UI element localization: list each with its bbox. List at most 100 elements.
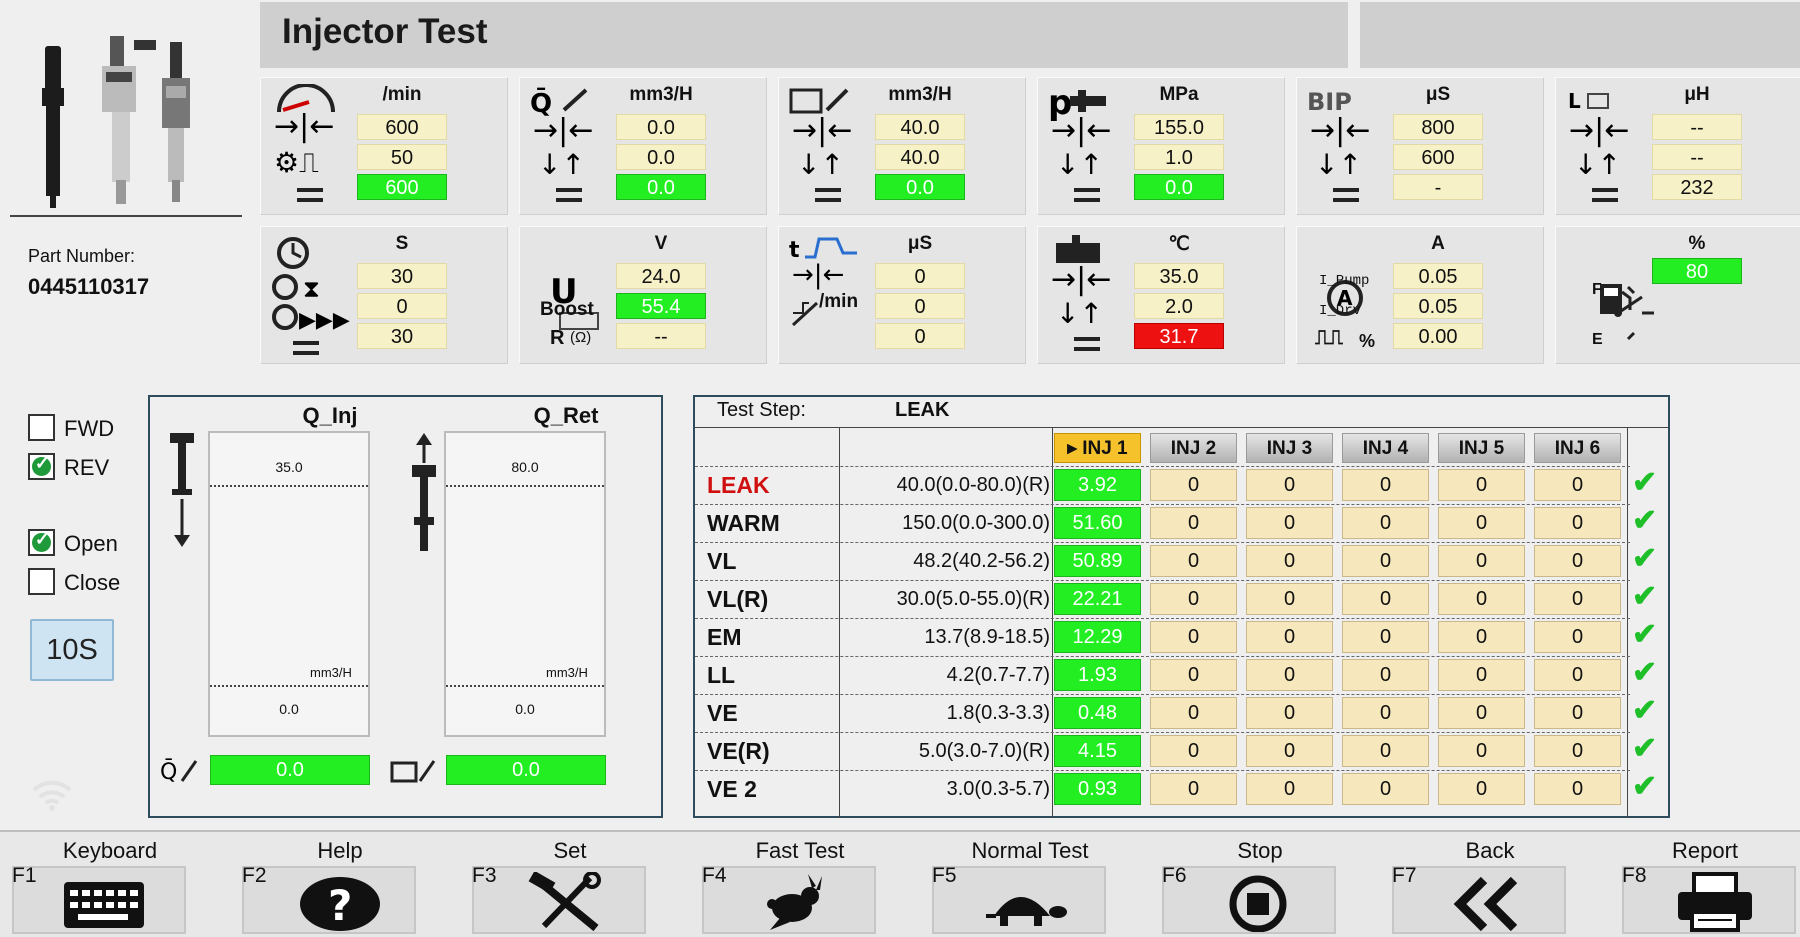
temperature-set[interactable]: 35.0	[1134, 263, 1224, 289]
f7-back-button[interactable]: Back F7	[1380, 832, 1610, 937]
inductance-set[interactable]: --	[1652, 114, 1742, 140]
q-ret-min-line	[446, 685, 604, 687]
inj4-result: 0	[1342, 735, 1429, 767]
inj5-result: 0	[1438, 659, 1525, 691]
inj6-result: 0	[1534, 583, 1621, 615]
test-step-name[interactable]: VE(R)	[707, 738, 770, 765]
tab-inj2[interactable]: INJ 2	[1150, 433, 1237, 463]
f1-label: Keyboard	[62, 838, 158, 863]
pressure-tolerance[interactable]: 1.0	[1134, 144, 1224, 170]
title-bar: Injector Test	[260, 2, 1348, 68]
f8-label: Report	[1671, 838, 1739, 863]
inj3-result: 0	[1246, 583, 1333, 615]
timer-10s-button[interactable]: 10S	[30, 619, 114, 681]
inj3-result: 0	[1246, 469, 1333, 501]
standard-range: 3.0(0.3-5.7)	[946, 778, 1050, 800]
test-step-name[interactable]: EM	[707, 624, 742, 651]
inj3-result: 0	[1246, 773, 1333, 805]
keyboard-icon	[64, 882, 144, 928]
return-quantity-tolerance[interactable]: 40.0	[875, 144, 965, 170]
f2-help-button[interactable]: Help F2 ?	[230, 832, 460, 937]
q-inj-title: Q_Inj	[302, 403, 358, 428]
inj4-result: 0	[1342, 621, 1429, 653]
wifi-icon	[32, 780, 72, 811]
tab-inj3[interactable]: INJ 3	[1246, 433, 1333, 463]
supply-voltage-value[interactable]: 24.0	[616, 263, 706, 289]
open-checkbox[interactable]	[28, 529, 55, 556]
inductance-tolerance[interactable]: --	[1652, 144, 1742, 170]
injection-quantity-tolerance[interactable]: 0.0	[616, 144, 706, 170]
test-step-value: LEAK	[895, 399, 950, 421]
inj2-result: 0	[1150, 545, 1237, 577]
boost-label: Boost	[540, 299, 594, 320]
inj2-result: 0	[1150, 583, 1237, 615]
pass-check-icon: ✔	[1632, 770, 1658, 803]
f3-label: Set	[553, 838, 587, 863]
tab-inj4[interactable]: INJ 4	[1342, 433, 1429, 463]
inj1-result: 1.93	[1054, 659, 1141, 691]
test-step-name[interactable]: VE	[707, 700, 738, 727]
tab-inj6[interactable]: INJ 6	[1534, 433, 1621, 463]
bip-tolerance[interactable]: 600	[1393, 144, 1483, 170]
test-step-name[interactable]: VL(R)	[707, 586, 768, 613]
inj4-result: 0	[1342, 545, 1429, 577]
f4-label: Fast Test	[755, 838, 845, 863]
inj1-result: 22.21	[1054, 583, 1141, 615]
f6-stop-button[interactable]: Stop F6	[1150, 832, 1380, 937]
f1-keyboard-button[interactable]: Keyboard F1	[0, 832, 230, 937]
bip-set[interactable]: 800	[1393, 114, 1483, 140]
test-step-name[interactable]: VE 2	[707, 776, 757, 803]
fuel-panel: F E % 80	[1555, 226, 1800, 364]
test-step-name[interactable]: WARM	[707, 510, 780, 537]
tab-inj1[interactable]: ▸ INJ 1	[1054, 433, 1141, 463]
inj6-result: 0	[1534, 735, 1621, 767]
speedometer-icon: →|←⚙⎍	[274, 84, 335, 202]
svg-text:→|←: →|←	[1051, 262, 1111, 297]
inj6-result: 0	[1534, 773, 1621, 805]
tab-inj5[interactable]: INJ 5	[1438, 433, 1525, 463]
results-table: Test Step: LEAK ▸ INJ 1 INJ 2 INJ 3 INJ …	[693, 395, 1670, 818]
part-number-value: 0445110317	[28, 274, 150, 299]
svg-text:→|←: →|←	[533, 113, 593, 148]
pulse-unit: μS	[907, 233, 933, 254]
f5-normal-test-button[interactable]: Normal Test F5	[920, 832, 1150, 937]
q-ret-gauge: 80.0 mm3/H 0.0	[444, 431, 606, 737]
inj4-result: 0	[1342, 697, 1429, 729]
temperature-tolerance[interactable]: 2.0	[1134, 293, 1224, 319]
test-time-value[interactable]: 30	[357, 263, 447, 289]
inj1-result: 51.60	[1054, 507, 1141, 539]
f4-fast-test-button[interactable]: Fast Test F4	[690, 832, 920, 937]
return-quantity-set[interactable]: 40.0	[875, 114, 965, 140]
speed-tolerance-value[interactable]: 50	[357, 144, 447, 170]
test-step-name[interactable]: LL	[707, 662, 735, 689]
injection-quantity-set[interactable]: 0.0	[616, 114, 706, 140]
close-checkbox[interactable]	[28, 568, 55, 595]
printer-icon	[1678, 872, 1752, 932]
pressure-set[interactable]: 155.0	[1134, 114, 1224, 140]
speed-actual-value: 600	[357, 174, 447, 200]
q-inj-max-line	[210, 485, 368, 487]
rev-checkbox[interactable]	[28, 453, 55, 480]
wait-time-value[interactable]: 0	[357, 293, 447, 319]
test-step-name[interactable]: VL	[707, 548, 736, 575]
inj2-result: 0	[1150, 773, 1237, 805]
q-inj-min-line	[210, 685, 368, 687]
col-divider-2	[1052, 427, 1053, 818]
f8-report-button[interactable]: Report F8	[1610, 832, 1800, 937]
f7-key: F7	[1392, 864, 1417, 887]
fuel-empty-label: E	[1592, 331, 1603, 348]
voltage-panel: U Boost R (Ω) V 24.0 55.4 --	[519, 226, 767, 364]
resistance-label: R	[550, 327, 565, 349]
test-step-name[interactable]: LEAK	[707, 472, 770, 499]
speed-set-value[interactable]: 600	[357, 114, 447, 140]
svg-text:↓↑: ↓↑	[538, 148, 585, 181]
fwd-checkbox[interactable]	[28, 414, 55, 441]
pulse-width-value[interactable]: 0	[875, 263, 965, 289]
test-step-label: Test Step:	[717, 399, 806, 421]
inj5-result: 0	[1438, 469, 1525, 501]
tab-inj1-label: INJ 1	[1082, 438, 1128, 459]
pulse-rate-value[interactable]: 0	[875, 293, 965, 319]
inj2-result: 0	[1150, 659, 1237, 691]
drive-current-value: 0.05	[1393, 293, 1483, 319]
f3-set-button[interactable]: Set F3	[460, 832, 690, 937]
